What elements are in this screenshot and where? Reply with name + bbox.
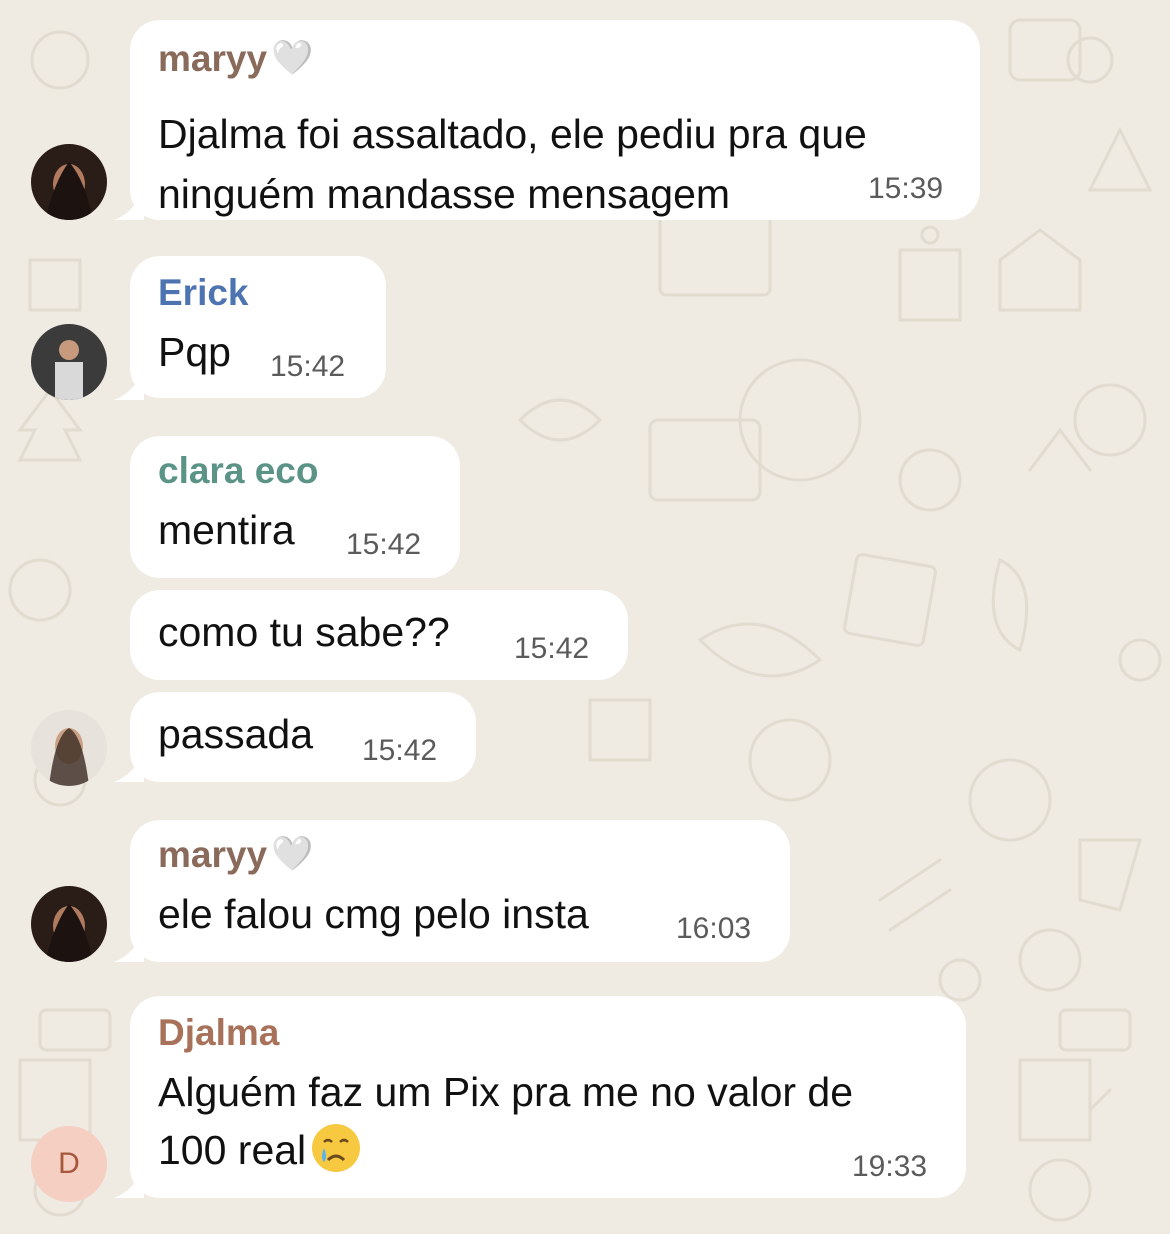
avatar-clara-eco[interactable] [31,710,107,786]
message-bubble[interactable]: como tu sabe?? 15:42 [130,590,628,680]
message-time: 15:39 [868,172,944,205]
crying-face-icon [312,1124,361,1172]
message-bubble[interactable]: Erick Pqp 15:42 [130,256,386,398]
message-sender: maryy 🤍 [158,834,314,875]
avatar-djalma[interactable]: D [31,1126,107,1202]
message-text: como tu sabe?? [158,609,450,655]
avatar-maryy[interactable] [31,886,107,962]
message-text-line: ninguém mandasse mensagem [158,171,731,217]
message-sender: maryy 🤍 [158,38,314,79]
message-time: 15:42 [362,734,438,767]
message-bubble[interactable]: Djalma Alguém faz um Pix pra me no valor… [130,996,966,1198]
message-sender: Djalma [158,1012,280,1053]
message-text: Pqp [158,329,231,375]
message-text-line: Alguém faz um Pix pra me no valor de [158,1069,854,1115]
message-text: mentira [158,507,295,553]
message-text-line: Djalma foi assaltado, ele pediu pra que [158,111,867,157]
message-bubble[interactable]: clara eco mentira 15:42 [130,436,460,578]
message-bubble[interactable]: maryy 🤍 Djalma foi assaltado, ele pediu p… [130,20,980,220]
message-time: 15:42 [270,350,346,383]
message-text-line: 100 real [158,1120,362,1180]
white-heart-icon: 🤍 [271,835,314,873]
message-bubble[interactable]: maryy 🤍 ele falou cmg pelo insta 16:03 [130,820,790,962]
message-bubble[interactable]: passada 15:42 [130,692,476,782]
message-sender: Erick [158,272,249,313]
avatar-erick[interactable] [31,324,107,400]
message-sender: clara eco [158,450,319,491]
message-time: 15:42 [514,632,590,665]
message-time: 19:33 [852,1150,928,1183]
message-time: 16:03 [676,912,752,945]
message-text: passada [158,711,314,757]
white-heart-icon: 🤍 [271,39,314,77]
message-time: 15:42 [346,528,422,561]
avatar-maryy[interactable] [31,144,107,220]
message-text: ele falou cmg pelo insta [158,891,589,937]
